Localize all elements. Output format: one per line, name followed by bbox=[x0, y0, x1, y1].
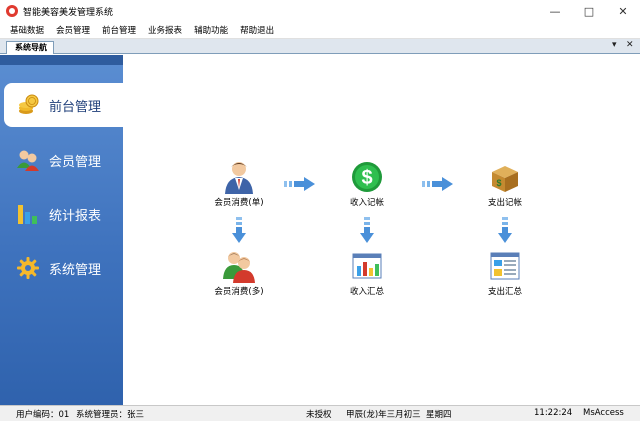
user-code: 用户编码：01 bbox=[16, 410, 70, 420]
down-arrow-icon bbox=[498, 217, 512, 246]
weekday: 星期四 bbox=[426, 410, 452, 420]
gear-icon bbox=[16, 256, 40, 280]
members-icon bbox=[16, 148, 40, 172]
right-arrow-icon bbox=[284, 177, 316, 194]
menu-basic-data[interactable]: 基础数据 bbox=[4, 24, 50, 36]
down-arrow-icon bbox=[360, 217, 374, 246]
minimize-icon[interactable]: — bbox=[538, 0, 572, 22]
expense-record-label: 支出记帐 bbox=[487, 198, 522, 208]
sidebar-header-band bbox=[0, 55, 123, 65]
sidebar-item-label: 统计报表 bbox=[49, 208, 102, 224]
down-arrow-icon bbox=[232, 217, 246, 246]
right-arrow-icon bbox=[422, 177, 454, 194]
menu-front-desk[interactable]: 前台管理 bbox=[96, 24, 142, 36]
menu-auxiliary[interactable]: 辅助功能 bbox=[188, 24, 234, 36]
expense-summary-button[interactable]: 支出汇总 bbox=[467, 249, 543, 297]
menu-bar: 基础数据 会员管理 前台管理 业务报表 辅助功能 帮助退出 bbox=[0, 22, 640, 39]
income-record-button[interactable]: $ 收入记帐 bbox=[329, 160, 405, 208]
menu-business-reports[interactable]: 业务报表 bbox=[142, 24, 188, 36]
member-consume-single-label: 会员消费(单) bbox=[214, 198, 264, 208]
dollar-icon: $ bbox=[350, 160, 384, 194]
sidebar-item-front-desk[interactable]: 前台管理 bbox=[4, 83, 123, 127]
member-consume-multi-label: 会员消费(多) bbox=[214, 287, 264, 297]
lunar-date: 甲辰(龙)年三月初三 bbox=[346, 410, 421, 420]
income-summary-label: 收入汇总 bbox=[349, 287, 384, 297]
sidebar-item-member-management[interactable]: 会员管理 bbox=[0, 138, 123, 182]
tab-system-navigation[interactable]: 系统导航 bbox=[6, 41, 54, 54]
status-bar: 用户编码：01 系统管理员：张三 未授权 甲辰(龙)年三月初三 星期四 11:2… bbox=[0, 405, 640, 421]
bar-chart-icon bbox=[16, 202, 40, 226]
report-window-icon bbox=[488, 249, 522, 283]
expense-summary-label: 支出汇总 bbox=[487, 287, 522, 297]
app-logo-icon bbox=[6, 5, 18, 17]
sidebar-item-statistics-reports[interactable]: 统计报表 bbox=[0, 192, 123, 236]
admin-name: 系统管理员：张三 bbox=[76, 410, 145, 420]
tab-dropdown-icon[interactable]: ▾ bbox=[612, 40, 617, 50]
tab-bar: 系统导航 ▾ ✕ bbox=[0, 39, 640, 54]
chart-window-icon bbox=[350, 249, 384, 283]
sidebar-item-label: 会员管理 bbox=[49, 154, 102, 170]
members-icon bbox=[222, 249, 256, 283]
tab-close-icon[interactable]: ✕ bbox=[626, 40, 634, 50]
member-icon bbox=[222, 160, 256, 194]
database-type: MsAccess bbox=[583, 408, 624, 418]
sidebar-item-label: 前台管理 bbox=[49, 99, 102, 115]
menu-help-exit[interactable]: 帮助退出 bbox=[234, 24, 280, 36]
money-box-icon: $ bbox=[488, 160, 522, 194]
income-summary-button[interactable]: 收入汇总 bbox=[329, 249, 405, 297]
income-record-label: 收入记帐 bbox=[349, 198, 384, 208]
member-consume-single-button[interactable]: 会员消费(单) bbox=[201, 160, 277, 208]
clock-time: 11:22:24 bbox=[534, 408, 573, 418]
license-status: 未授权 bbox=[306, 410, 332, 420]
svg-text:$: $ bbox=[496, 178, 501, 188]
expense-record-button[interactable]: $ 支出记帐 bbox=[467, 160, 543, 208]
menu-member-management[interactable]: 会员管理 bbox=[50, 24, 96, 36]
coins-icon bbox=[16, 93, 40, 117]
window-title: 智能美容美发管理系统 bbox=[23, 7, 114, 18]
member-consume-multi-button[interactable]: 会员消费(多) bbox=[201, 249, 277, 297]
title-bar: 智能美容美发管理系统 — □ ✕ bbox=[0, 0, 640, 22]
sidebar: 前台管理 会员管理 统计报表 系统管理 bbox=[0, 55, 123, 405]
navigation-flow-panel: 会员消费(单) $ 收入记帐 $ 支出记帐 会员消费(多) 收入汇总 支出汇总 bbox=[123, 65, 640, 405]
maximize-icon[interactable]: □ bbox=[572, 0, 606, 22]
sidebar-item-system-management[interactable]: 系统管理 bbox=[0, 246, 123, 290]
close-icon[interactable]: ✕ bbox=[606, 0, 640, 22]
svg-text:$: $ bbox=[361, 167, 372, 189]
sidebar-item-label: 系统管理 bbox=[49, 262, 102, 278]
